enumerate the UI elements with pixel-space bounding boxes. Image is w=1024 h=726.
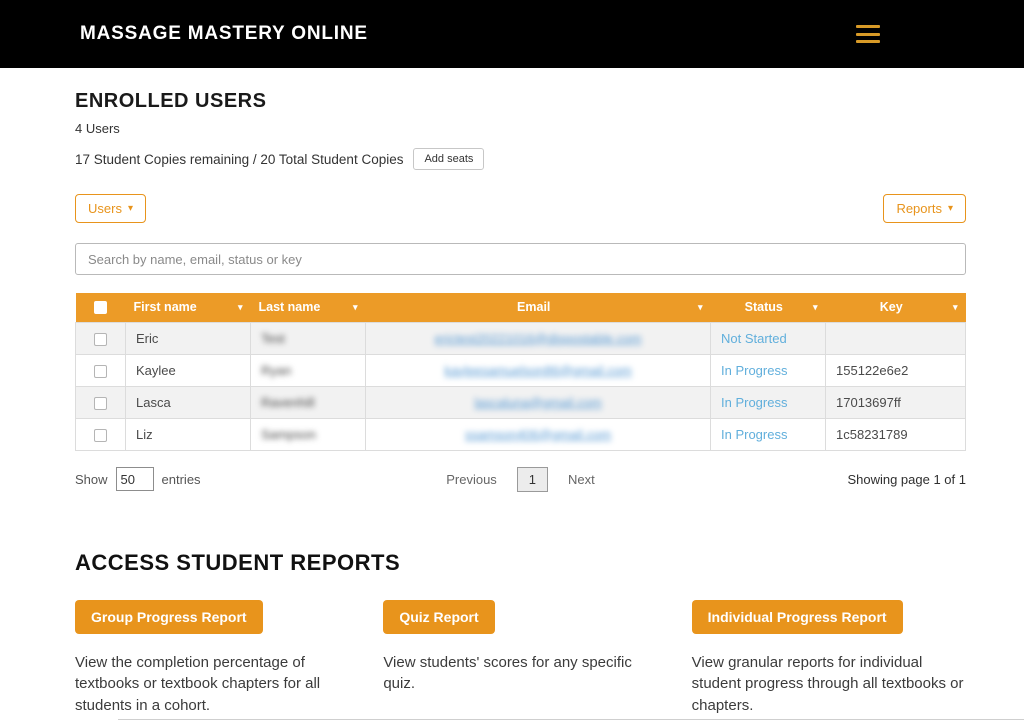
column-header-last-name[interactable]: Last name▾ [251, 293, 366, 322]
email-link[interactable]: ssamson406@gmail.com [465, 427, 611, 442]
enrolled-users-table: First name▾ Last name▾ Email▾ Status▾ Ke… [75, 293, 966, 451]
user-count: 4 Users [75, 121, 966, 136]
report-card-description: View granular reports for individual stu… [692, 652, 966, 717]
entries-control: Show entries [75, 467, 372, 491]
cell-status: In Progress [711, 354, 826, 386]
copies-info: 17 Student Copies remaining / 20 Total S… [75, 152, 403, 167]
column-header-email[interactable]: Email▾ [366, 293, 711, 322]
cell-last-name: Sampson [251, 418, 366, 450]
table-header-row: First name▾ Last name▾ Email▾ Status▾ Ke… [76, 293, 966, 322]
bottom-divider [118, 719, 1024, 720]
cell-key [826, 322, 966, 354]
reports-section: ACCESS STUDENT REPORTS Group Progress Re… [75, 550, 966, 717]
status-text: In Progress [721, 363, 787, 378]
cell-email: erictest20221016@dispostable.com [366, 322, 711, 354]
table-row: Lasca Ravenhill lascaluna@gmail.com In P… [76, 386, 966, 418]
cell-email: lascaluna@gmail.com [366, 386, 711, 418]
cell-first-name: Liz [126, 418, 251, 450]
email-link[interactable]: kayleesamuelson86@gmail.com [444, 363, 631, 378]
app-title: MASSAGE MASTERY ONLINE [80, 23, 368, 45]
sort-caret-icon[interactable]: ▾ [238, 302, 243, 313]
entries-input[interactable] [116, 467, 154, 491]
select-all-checkbox[interactable] [94, 301, 107, 314]
pagination: Previous 1 Next [372, 467, 669, 492]
report-card-description: View the completion percentage of textbo… [75, 652, 349, 717]
entries-label: entries [162, 472, 201, 487]
cell-status: In Progress [711, 418, 826, 450]
report-card-quiz: Quiz Report View students' scores for an… [383, 600, 657, 717]
quiz-report-button[interactable]: Quiz Report [383, 600, 494, 634]
next-button[interactable]: Next [568, 472, 595, 487]
cell-key: 1c58231789 [826, 418, 966, 450]
column-header-status[interactable]: Status▾ [711, 293, 826, 322]
sort-caret-icon[interactable]: ▾ [953, 302, 958, 313]
sort-caret-icon[interactable]: ▾ [353, 302, 358, 313]
column-header-first-name[interactable]: First name▾ [126, 293, 251, 322]
report-card-group-progress: Group Progress Report View the completio… [75, 600, 349, 717]
row-checkbox[interactable] [94, 397, 107, 410]
cell-last-name: Ravenhill [251, 386, 366, 418]
cell-email: ssamson406@gmail.com [366, 418, 711, 450]
table-row: Kaylee Ryan kayleesamuelson86@gmail.com … [76, 354, 966, 386]
menu-icon[interactable] [856, 25, 880, 43]
status-text: In Progress [721, 427, 787, 442]
reports-dropdown-label: Reports [896, 201, 942, 216]
menu-bar [856, 33, 880, 36]
users-dropdown-button[interactable]: Users ▾ [75, 194, 146, 223]
email-link[interactable]: lascaluna@gmail.com [474, 395, 601, 410]
group-progress-report-button[interactable]: Group Progress Report [75, 600, 263, 634]
cell-status: In Progress [711, 386, 826, 418]
column-header-key[interactable]: Key▾ [826, 293, 966, 322]
cell-status: Not Started [711, 322, 826, 354]
cell-key: 17013697ff [826, 386, 966, 418]
report-card-individual-progress: Individual Progress Report View granular… [692, 600, 966, 717]
copies-row: 17 Student Copies remaining / 20 Total S… [75, 148, 966, 170]
menu-bar [856, 40, 880, 43]
table-row: Liz Sampson ssamson406@gmail.com In Prog… [76, 418, 966, 450]
app-header: MASSAGE MASTERY ONLINE [0, 0, 1024, 68]
show-label: Show [75, 472, 108, 487]
reports-section-title: ACCESS STUDENT REPORTS [75, 550, 966, 576]
cell-email: kayleesamuelson86@gmail.com [366, 354, 711, 386]
cell-last-name: Test [251, 322, 366, 354]
chevron-down-icon: ▾ [128, 204, 133, 214]
main-content: ENROLLED USERS 4 Users 17 Student Copies… [0, 68, 1024, 717]
menu-bar [856, 25, 880, 28]
row-checkbox[interactable] [94, 365, 107, 378]
row-checkbox[interactable] [94, 333, 107, 346]
chevron-down-icon: ▾ [948, 204, 953, 214]
report-card-description: View students' scores for any specific q… [383, 652, 657, 696]
page-title: ENROLLED USERS [75, 90, 966, 113]
search-input[interactable] [75, 243, 966, 275]
individual-progress-report-button[interactable]: Individual Progress Report [692, 600, 903, 634]
email-link[interactable]: erictest20221016@dispostable.com [435, 331, 642, 346]
sort-caret-icon[interactable]: ▾ [698, 302, 703, 313]
sort-caret-icon[interactable]: ▾ [813, 302, 818, 313]
cell-last-name: Ryan [251, 354, 366, 386]
toolbar: Users ▾ Reports ▾ [75, 194, 966, 223]
row-checkbox[interactable] [94, 429, 107, 442]
users-dropdown-label: Users [88, 201, 122, 216]
table-footer: Show entries Previous 1 Next Showing pag… [75, 467, 966, 492]
showing-page-text: Showing page 1 of 1 [669, 472, 966, 487]
cell-first-name: Kaylee [126, 354, 251, 386]
cell-first-name: Eric [126, 322, 251, 354]
select-all-header [76, 293, 126, 322]
previous-button[interactable]: Previous [446, 472, 497, 487]
page-number-button[interactable]: 1 [517, 467, 548, 492]
report-cards: Group Progress Report View the completio… [75, 600, 966, 717]
table-row: Eric Test erictest20221016@dispostable.c… [76, 322, 966, 354]
status-text: Not Started [721, 331, 787, 346]
cell-key: 155122e6e2 [826, 354, 966, 386]
cell-first-name: Lasca [126, 386, 251, 418]
status-text: In Progress [721, 395, 787, 410]
reports-dropdown-button[interactable]: Reports ▾ [883, 194, 966, 223]
add-seats-button[interactable]: Add seats [413, 148, 484, 170]
